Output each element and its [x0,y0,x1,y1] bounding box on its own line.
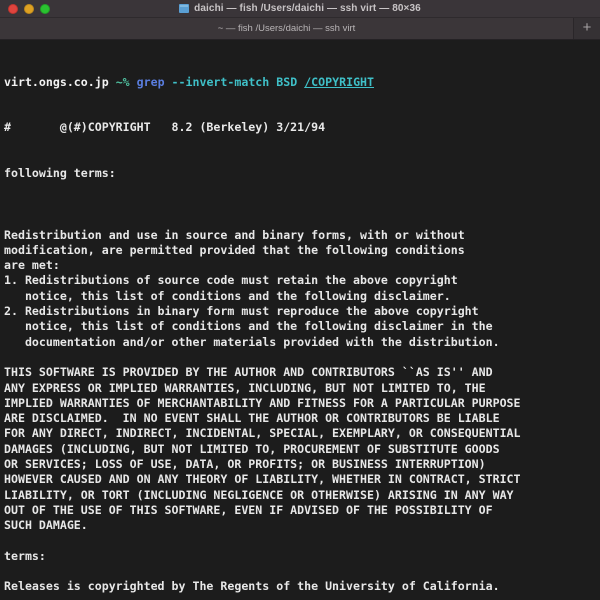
terminal-line: following terms: [4,166,116,181]
terminal-line: # @(#)COPYRIGHT 8.2 (Berkeley) 3/21/94 [4,120,326,135]
terminal-line: notice, this list of conditions and the … [4,319,493,334]
terminal-line: OR SERVICES; LOSS OF USE, DATA, OR PROFI… [4,457,486,472]
close-button[interactable] [8,3,18,14]
command-pattern: BSD [276,74,298,89]
command-filepath: /COPYRIGHT [304,74,375,89]
command-flag: --invert-match [171,74,270,89]
terminal-line: OUT OF THE USE OF THIS SOFTWARE, EVEN IF… [4,502,493,517]
window-titlebar[interactable]: daichi — fish /Users/daichi — ssh virt —… [0,0,600,18]
minimize-button[interactable] [24,3,34,14]
prompt-host: virt.ongs.co.jp [4,74,109,89]
terminal-line: 2. Redistributions in binary form must r… [4,304,479,319]
terminal-output: # @(#)COPYRIGHT 8.2 (Berkeley) 3/21/94 f… [4,120,600,600]
terminal-line: IMPLIED WARRANTIES OF MERCHANTABILITY AN… [4,395,521,410]
terminal-line: FOR ANY DIRECT, INDIRECT, INCIDENTAL, SP… [4,426,521,441]
terminal-line: ARE DISCLAIMED. IN NO EVENT SHALL THE AU… [4,411,500,426]
window-title-group: daichi — fish /Users/daichi — ssh virt —… [0,0,600,17]
terminal-line: LIABILITY, OR TORT (INCLUDING NEGLIGENCE… [4,487,514,502]
terminal-window: daichi — fish /Users/daichi — ssh virt —… [0,0,600,600]
terminal-line: Redistribution and use in source and bin… [4,227,465,242]
terminal-line: documentation and/or other materials pro… [4,334,500,349]
window-title: daichi — fish /Users/daichi — ssh virt —… [194,3,421,14]
prompt-line: virt.ongs.co.jp ~% grep --invert-match B… [4,75,600,90]
terminal-screen[interactable]: virt.ongs.co.jp ~% grep --invert-match B… [0,40,600,600]
terminal-line: are met: [4,258,60,273]
terminal-line: 1. Redistributions of source code must r… [4,273,458,288]
prompt-symbol: ~% [115,74,130,89]
terminal-line: SUCH DAMAGE. [4,518,88,533]
terminal-line: ANY EXPRESS OR IMPLIED WARRANTIES, INCLU… [4,380,486,395]
maximize-button[interactable] [40,3,50,14]
command-name: grep [136,74,165,89]
terminal-line: Releases is copyrighted by The Regents o… [4,579,500,594]
terminal-icon [179,4,190,13]
terminal-line: modification, are permitted provided tha… [4,242,465,257]
tab-active[interactable]: ~ — fish /Users/daichi — ssh virt [0,18,574,39]
terminal-text: virt.ongs.co.jp ~% grep --invert-match B… [4,44,600,600]
terminal-line: THIS SOFTWARE IS PROVIDED BY THE AUTHOR … [4,365,493,380]
tab-label: ~ — fish /Users/daichi — ssh virt [217,23,356,34]
terminal-line: HOWEVER CAUSED AND ON ANY THEORY OF LIAB… [4,472,521,487]
window-controls [0,3,50,14]
terminal-line: terms: [4,548,46,563]
terminal-line: notice, this list of conditions and the … [4,288,451,303]
new-tab-button[interactable]: + [574,18,600,39]
terminal-line: DAMAGES (INCLUDING, BUT NOT LIMITED TO, … [4,441,500,456]
tab-bar: ~ — fish /Users/daichi — ssh virt + [0,18,600,40]
